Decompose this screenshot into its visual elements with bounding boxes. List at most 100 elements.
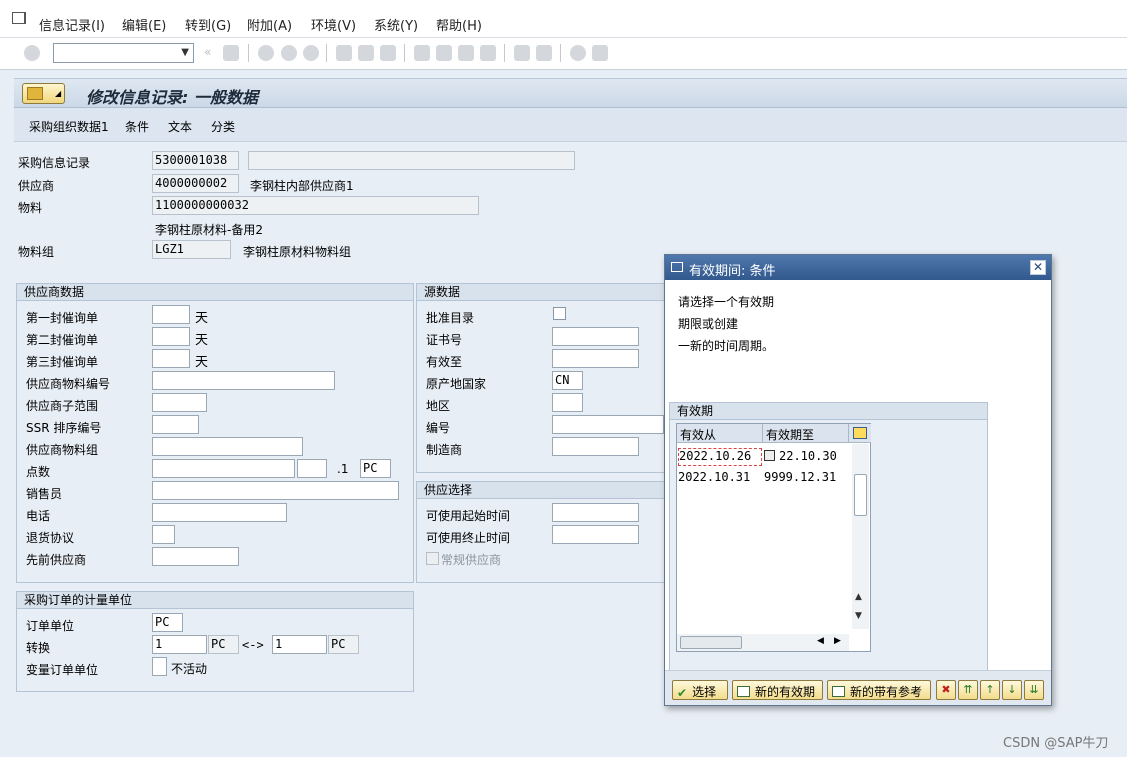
command-field[interactable]: ▼: [53, 43, 194, 63]
horizontal-scrollbar[interactable]: ◀ ▶: [677, 634, 849, 651]
return-agreement-input[interactable]: [152, 525, 175, 544]
menu-environment[interactable]: 环境(V): [311, 15, 356, 34]
menu-info-record[interactable]: 信息记录(I): [39, 15, 105, 34]
manufacturer-label: 制造商: [426, 443, 463, 457]
region-input[interactable]: [552, 393, 583, 412]
scroll-down-icon[interactable]: ▼: [855, 611, 862, 621]
chevron-down-icon: ◢: [55, 89, 62, 98]
watermark: CSDN @SAP牛刀: [1003, 736, 1109, 751]
vertical-scrollbar[interactable]: ▲ ▼: [852, 444, 869, 629]
exit-icon[interactable]: [281, 45, 297, 61]
scroll-thumb[interactable]: [854, 474, 867, 516]
approved-list-checkbox[interactable]: [553, 307, 566, 320]
last-entry-icon[interactable]: ⇊: [1024, 680, 1044, 700]
prior-vendor-input[interactable]: [152, 547, 239, 566]
table-row-1-from[interactable]: 2022.10.26: [678, 448, 762, 466]
avail-to-input[interactable]: [552, 525, 639, 544]
scroll-left-icon[interactable]: ◀: [817, 636, 824, 646]
chevron-down-icon[interactable]: ▼: [181, 47, 189, 58]
points-input[interactable]: [152, 459, 295, 478]
table-row-2-to[interactable]: 9999.12.31: [764, 470, 836, 484]
phone-input[interactable]: [152, 503, 287, 522]
reminder3-input[interactable]: [152, 349, 190, 368]
menu-system[interactable]: 系统(Y): [374, 15, 418, 34]
vendor-label: 供应商: [18, 179, 55, 193]
conversion-label: 转换: [26, 641, 51, 655]
first-entry-icon[interactable]: ⇈: [958, 680, 978, 700]
menu-goto[interactable]: 转到(G): [185, 15, 231, 34]
close-icon[interactable]: ✕: [1030, 260, 1046, 275]
menu-help[interactable]: 帮助(H): [436, 15, 482, 34]
collapse-icon[interactable]: «: [204, 45, 214, 61]
variable-unit-input[interactable]: [152, 657, 167, 676]
scroll-right-icon[interactable]: ▶: [834, 636, 841, 646]
cancel-icon[interactable]: [303, 45, 319, 61]
previous-entry-icon[interactable]: ↑: [980, 680, 1000, 700]
classification-button[interactable]: 分类: [211, 118, 235, 135]
country-input[interactable]: CN: [552, 371, 583, 390]
column-valid-from[interactable]: 有效从: [677, 424, 763, 443]
order-unit-input[interactable]: PC: [152, 613, 183, 632]
back-icon[interactable]: [258, 45, 274, 61]
date-picker-icon[interactable]: [764, 450, 775, 461]
vendor-material-no-input[interactable]: [152, 371, 335, 390]
cancel-icon[interactable]: ✖: [936, 680, 956, 700]
previous-page-icon[interactable]: [436, 45, 452, 61]
purch-org-data1-button[interactable]: 采购组织数据1: [29, 118, 109, 135]
last-page-icon[interactable]: [480, 45, 496, 61]
valid-to-input[interactable]: [552, 349, 639, 368]
conversion-denominator-input[interactable]: 1: [272, 635, 327, 654]
menu-extras[interactable]: 附加(A): [247, 15, 292, 34]
conversion-numerator-input[interactable]: 1: [152, 635, 207, 654]
next-entry-icon[interactable]: ↓: [1002, 680, 1022, 700]
cert-no-input[interactable]: [552, 327, 639, 346]
texts-button[interactable]: 文本: [168, 118, 192, 135]
layout-menu-icon[interactable]: [592, 45, 608, 61]
variable-unit-label: 变量订单单位: [26, 663, 99, 677]
next-page-icon[interactable]: [458, 45, 474, 61]
table-row-1-to[interactable]: 22.10.30: [779, 449, 837, 463]
return-agreement-label: 退货协议: [26, 531, 75, 545]
number-input[interactable]: [552, 415, 664, 434]
new-validity-button[interactable]: 新的有效期: [732, 680, 823, 700]
manufacturer-input[interactable]: [552, 437, 639, 456]
points-decimal-input[interactable]: [297, 459, 327, 478]
valid-to-label: 有效至: [426, 355, 463, 369]
services-for-object-button[interactable]: ◢: [22, 83, 65, 104]
column-valid-to[interactable]: 有效期至: [763, 424, 849, 443]
find-icon[interactable]: [358, 45, 374, 61]
reminder2-input[interactable]: [152, 327, 190, 346]
toolbar-divider: [504, 44, 505, 62]
toolbar-divider: [404, 44, 405, 62]
vendor-material-group-input[interactable]: [152, 437, 303, 456]
menu-edit[interactable]: 编辑(E): [122, 15, 166, 34]
vendor-subrange-input[interactable]: [152, 393, 207, 412]
table-row-2-from[interactable]: 2022.10.31: [678, 470, 750, 484]
scroll-thumb[interactable]: [680, 636, 742, 649]
scroll-up-icon[interactable]: ▲: [855, 592, 862, 602]
conditions-button[interactable]: 条件: [125, 118, 149, 135]
validity-period-dialog: 有效期间: 条件 ✕ 请选择一个有效期 期限或创建 一新的时间周期。 有效期 有…: [664, 254, 1052, 706]
select-button[interactable]: ✔ 选择: [672, 680, 728, 700]
salesperson-input[interactable]: [152, 481, 399, 500]
prior-vendor-label: 先前供应商: [26, 553, 87, 567]
table-settings-button[interactable]: [849, 424, 871, 443]
new-with-reference-button[interactable]: 新的带有参考: [827, 680, 931, 700]
reminder1-input[interactable]: [152, 305, 190, 324]
info-record-label: 采购信息记录: [18, 156, 91, 170]
ssr-sort-input[interactable]: [152, 415, 199, 434]
regular-vendor-checkbox[interactable]: [426, 552, 439, 565]
print-icon[interactable]: [336, 45, 352, 61]
reminder1-unit: 天: [195, 311, 209, 326]
help-icon[interactable]: [570, 45, 586, 61]
dialog-title: 有效期间: 条件: [689, 264, 776, 279]
first-page-icon[interactable]: [414, 45, 430, 61]
new-session-icon[interactable]: [514, 45, 530, 61]
system-menu-icon[interactable]: [12, 12, 26, 24]
enter-icon[interactable]: [24, 45, 40, 61]
points-unit-input[interactable]: PC: [360, 459, 391, 478]
shortcut-icon[interactable]: [536, 45, 552, 61]
avail-from-input[interactable]: [552, 503, 639, 522]
save-icon[interactable]: [223, 45, 239, 61]
find-next-icon[interactable]: [380, 45, 396, 61]
